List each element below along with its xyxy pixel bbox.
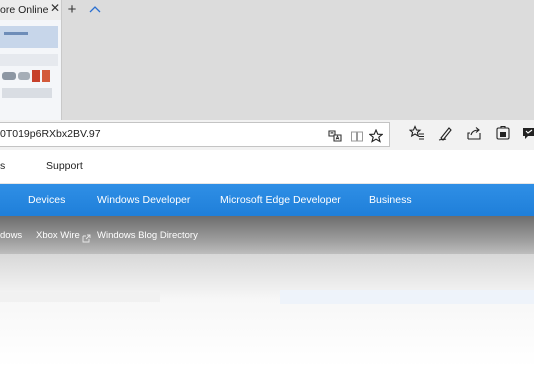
translate-icon[interactable] bbox=[326, 127, 344, 145]
tab-preview-thumbnail[interactable] bbox=[0, 20, 61, 120]
preview-product-image bbox=[32, 70, 40, 82]
browser-toolbar: 0T019p6RXbx2BV.97 bbox=[0, 120, 534, 150]
hero-section bbox=[0, 254, 534, 367]
hero-band bbox=[280, 290, 534, 304]
category-bar: Devices Windows Developer Microsoft Edge… bbox=[0, 184, 534, 216]
tab-strip: ore Online - We ✕ + bbox=[0, 0, 534, 120]
preview-banner bbox=[0, 26, 58, 48]
category-windows-developer[interactable]: Windows Developer bbox=[97, 194, 190, 206]
active-tab[interactable]: ore Online - We ✕ bbox=[0, 0, 62, 120]
site-nav: s Support bbox=[0, 150, 534, 184]
url-text[interactable]: 0T019p6RXbx2BV.97 bbox=[0, 128, 101, 140]
nav-item-support[interactable]: Support bbox=[46, 160, 83, 172]
extension-icon[interactable] bbox=[494, 124, 512, 142]
category-devices[interactable]: Devices bbox=[28, 194, 65, 206]
blog-bar: dows Xbox Wire Windows Blog Directory bbox=[0, 216, 534, 254]
hero-band bbox=[0, 292, 160, 302]
web-note-icon[interactable] bbox=[437, 124, 455, 142]
preview-product-image bbox=[42, 70, 50, 82]
preview-footer bbox=[2, 88, 52, 98]
share-icon[interactable] bbox=[465, 124, 483, 142]
external-link-icon bbox=[82, 230, 91, 243]
address-bar[interactable]: 0T019p6RXbx2BV.97 bbox=[0, 122, 390, 147]
blog-link-windows-blog-directory[interactable]: Windows Blog Directory bbox=[97, 230, 198, 241]
blog-link-xbox-wire[interactable]: Xbox Wire bbox=[36, 230, 80, 241]
preview-device-image bbox=[18, 72, 30, 80]
favorite-star-icon[interactable] bbox=[367, 127, 385, 145]
reading-view-icon[interactable] bbox=[348, 127, 366, 145]
close-tab-icon[interactable]: ✕ bbox=[49, 2, 61, 14]
nav-item-partial[interactable]: s bbox=[0, 160, 5, 172]
preview-heading bbox=[4, 32, 28, 35]
preview-device-image bbox=[2, 72, 16, 80]
new-tab-button[interactable]: + bbox=[64, 2, 80, 18]
category-business[interactable]: Business bbox=[369, 194, 412, 206]
feedback-icon[interactable] bbox=[520, 124, 534, 142]
blog-link-partial[interactable]: dows bbox=[0, 230, 22, 241]
favorites-hub-icon[interactable] bbox=[408, 124, 426, 142]
category-microsoft-edge-developer[interactable]: Microsoft Edge Developer bbox=[220, 194, 341, 206]
chevron-up-icon[interactable] bbox=[88, 4, 102, 16]
preview-strip bbox=[0, 54, 58, 66]
